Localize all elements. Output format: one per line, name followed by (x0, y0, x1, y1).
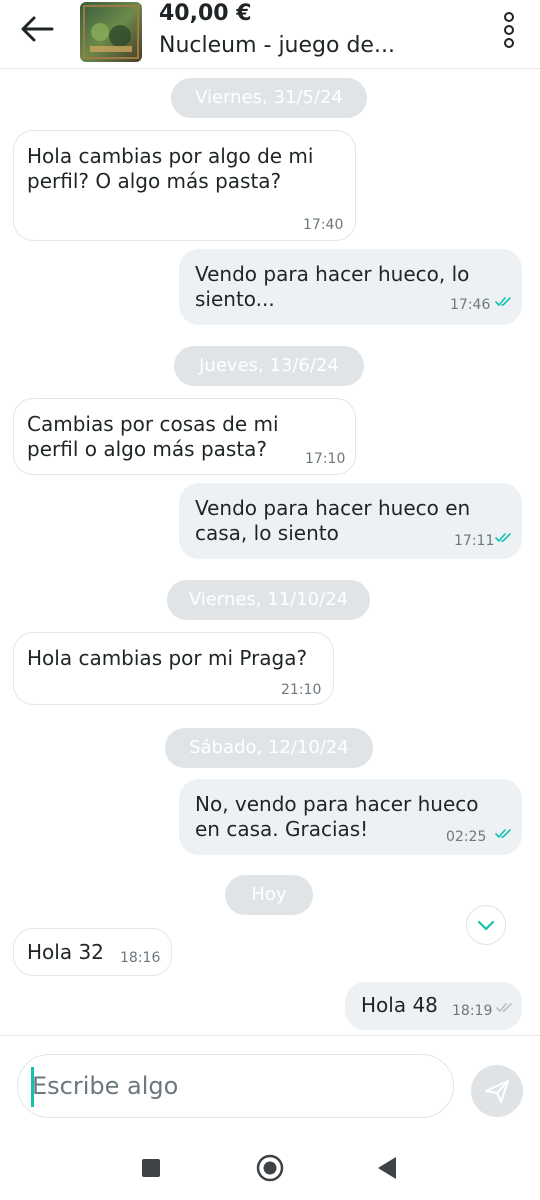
outgoing-message[interactable]: Vendo para hacer hueco en casa, lo sient… (179, 483, 522, 559)
message-time: 18:16 (120, 950, 161, 966)
message-text: Hola 32 (27, 940, 104, 964)
message-time: 02:25 (446, 829, 487, 845)
square-icon (142, 1159, 160, 1177)
system-navigation-bar (0, 1136, 540, 1200)
chevron-down-icon (477, 920, 495, 931)
more-options-button[interactable] (496, 10, 522, 50)
recents-button[interactable] (140, 1157, 162, 1183)
message-text: Hola cambias por mi Praga? (27, 646, 308, 670)
message-text: Hola cambias por algo de mi perfil? O al… (27, 144, 314, 193)
message-time: 17:10 (305, 451, 346, 467)
product-image (80, 2, 142, 62)
double-check-icon (495, 297, 511, 306)
scroll-to-bottom-button[interactable] (466, 905, 506, 945)
chat-header: 40,00 € Nucleum - juego de... (0, 0, 540, 69)
message-text: Cambias por cosas de mi perfil o algo má… (27, 412, 279, 461)
message-time: 17:11 (454, 533, 495, 549)
incoming-message[interactable]: Cambias por cosas de mi perfil o algo má… (13, 398, 356, 475)
incoming-message[interactable]: Hola 32 18:16 (13, 928, 172, 976)
system-back-button[interactable] (376, 1155, 398, 1185)
triangle-back-icon (378, 1157, 396, 1179)
outgoing-message[interactable]: No, vendo para hacer hueco en casa. Grac… (179, 779, 522, 855)
outgoing-message[interactable]: Vendo para hacer hueco, lo siento... 17:… (179, 249, 522, 325)
message-time: 18:19 (452, 1003, 493, 1019)
home-button[interactable] (256, 1154, 284, 1186)
message-list[interactable]: Viernes, 31/5/24 Hola cambias por algo d… (0, 69, 540, 1035)
message-text: Hola 48 (361, 993, 438, 1017)
send-button[interactable] (471, 1065, 523, 1117)
product-thumbnail[interactable] (80, 2, 142, 62)
message-time: 17:40 (303, 217, 344, 233)
message-text: Vendo para hacer hueco en casa, lo sient… (195, 496, 471, 545)
date-separator: Hoy (225, 875, 313, 915)
outgoing-message[interactable]: Hola 48 18:19 (345, 982, 522, 1030)
date-separator: Jueves, 13/6/24 (174, 346, 364, 386)
message-input[interactable] (32, 1055, 432, 1117)
more-vertical-icon (504, 12, 514, 22)
incoming-message[interactable]: Hola cambias por mi Praga? 21:10 (13, 632, 334, 705)
date-separator: Viernes, 31/5/24 (171, 78, 367, 118)
composer-divider (0, 1035, 540, 1036)
message-text: No, vendo para hacer hueco en casa. Grac… (195, 792, 479, 841)
message-time: 21:10 (281, 682, 322, 698)
double-check-icon (495, 533, 511, 542)
product-price: 40,00 € (159, 1, 252, 26)
message-text: Vendo para hacer hueco, lo siento... (195, 262, 470, 311)
message-input-container[interactable] (17, 1054, 454, 1118)
message-time: 17:46 (450, 297, 491, 313)
circle-icon (256, 1154, 284, 1182)
product-title[interactable]: Nucleum - juego de... (159, 33, 395, 58)
date-separator: Viernes, 11/10/24 (167, 580, 370, 620)
double-check-icon (496, 1003, 512, 1012)
back-button[interactable] (18, 14, 58, 44)
double-check-icon (495, 829, 511, 838)
send-icon (485, 1080, 509, 1103)
date-separator: Sábado, 12/10/24 (165, 728, 373, 768)
incoming-message[interactable]: Hola cambias por algo de mi perfil? O al… (13, 130, 356, 241)
arrow-left-icon (21, 16, 54, 42)
